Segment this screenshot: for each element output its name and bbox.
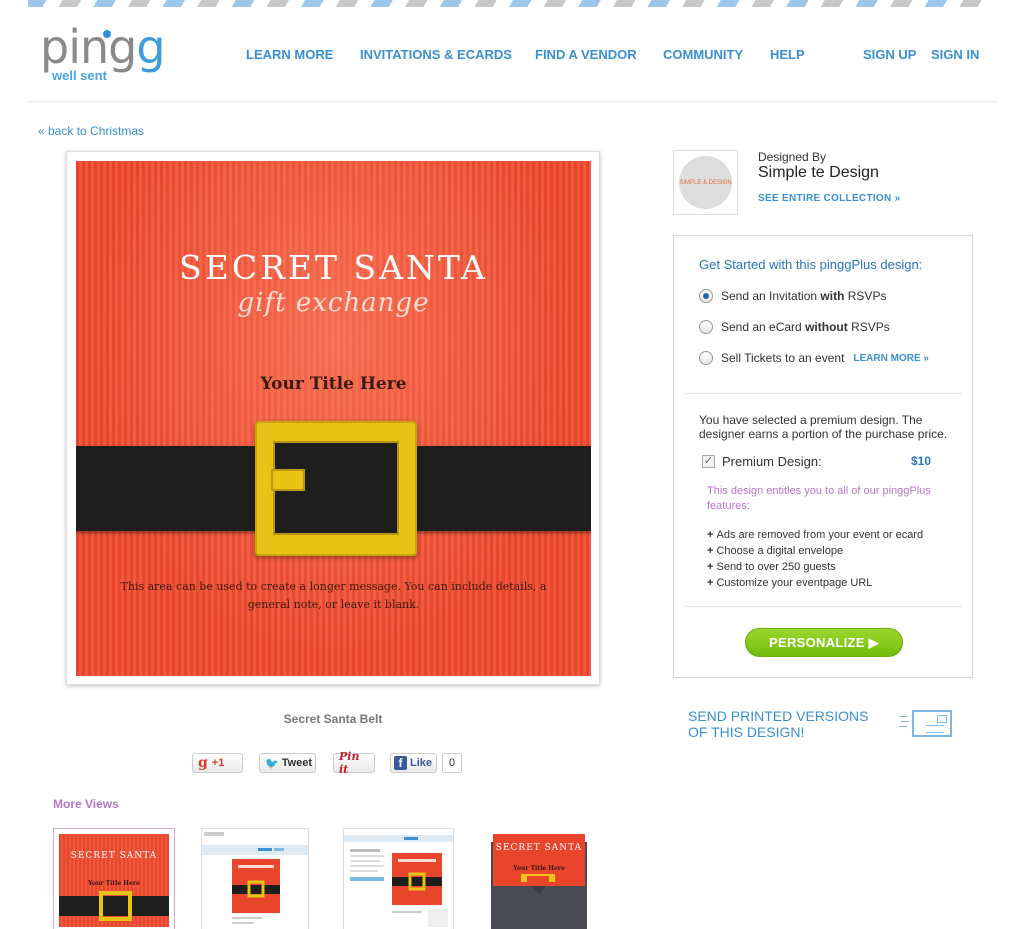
card-heading: SECRET SANTA — [179, 248, 488, 287]
twitter-bird-icon: 🐦 — [265, 757, 279, 770]
radio-button-selected[interactable] — [699, 289, 713, 303]
nav-help[interactable]: HELP — [770, 47, 805, 62]
tweet-button[interactable]: 🐦 Tweet — [259, 753, 316, 773]
radio-button[interactable] — [699, 351, 713, 365]
feature-item: Choose a digital envelope — [707, 543, 923, 559]
get-started-panel: Get Started with this pinggPlus design: … — [673, 235, 973, 678]
envelope-icon[interactable] — [912, 710, 952, 737]
feature-list: Ads are removed from your event or ecard… — [707, 527, 923, 591]
google-icon: g — [198, 755, 208, 771]
option-invitation-rsvp[interactable]: Send an Invitation with RSVPs — [699, 289, 886, 303]
thumbnail-card-image: SECRET SANTA Your Title Here — [59, 834, 169, 927]
card-title: Your Title Here — [260, 374, 407, 394]
belt-buckle — [255, 421, 417, 556]
thumbnail-heading: SECRET SANTA — [70, 851, 158, 861]
card-preview-frame: SECRET SANTA gift exchange Your Title He… — [66, 151, 600, 685]
nav-sign-up[interactable]: SIGN UP — [863, 47, 916, 62]
like-count: 0 — [442, 753, 462, 773]
premium-price: $10 — [911, 454, 932, 468]
nav-invitations[interactable]: INVITATIONS & ECARDS — [360, 47, 512, 62]
logo-wordmark: pingg — [40, 20, 166, 74]
panel-divider — [684, 393, 962, 394]
more-views-label: More Views — [53, 797, 119, 811]
nav-find-vendor[interactable]: FIND A VENDOR — [535, 47, 637, 62]
pingg-logo[interactable]: pingg well sent — [40, 20, 166, 83]
thumbnail-event-page[interactable] — [201, 828, 309, 929]
thumbnail-title: Your Title Here — [88, 880, 140, 887]
personalize-button[interactable]: PERSONALIZE ▶ — [745, 628, 903, 657]
thumbnail-event-details[interactable] — [343, 828, 454, 929]
panel-divider — [684, 606, 962, 607]
radio-button[interactable] — [699, 320, 713, 334]
card-message: This area can be used to create a longer… — [120, 580, 547, 611]
envelope-card-title: Your Title Here — [513, 865, 565, 872]
header-divider — [28, 101, 998, 102]
back-to-category-link[interactable]: « back to Christmas — [38, 124, 144, 138]
feature-item: Customize your eventpage URL — [707, 575, 923, 591]
thumbnail-envelope[interactable]: SECRET SANTA Your Title Here — [491, 828, 587, 929]
premium-design-row: ✓ Premium Design: — [702, 454, 822, 469]
thumbnail-card-front[interactable]: SECRET SANTA Your Title Here — [53, 828, 175, 929]
google-plus-button[interactable]: g +1 — [192, 753, 243, 773]
feature-item: Send to over 250 guests — [707, 559, 923, 575]
buckle-prong — [271, 469, 305, 491]
nav-sign-in[interactable]: SIGN IN — [931, 47, 979, 62]
airmail-stripe — [28, 0, 988, 7]
send-printed-link[interactable]: SEND PRINTED VERSIONS OF THIS DESIGN! — [688, 708, 888, 740]
panel-heading: Get Started with this pinggPlus design: — [699, 257, 923, 272]
nav-learn-more[interactable]: LEARN MORE — [246, 47, 333, 62]
feature-item: Ads are removed from your event or ecard — [707, 527, 923, 543]
designed-by-label: Designed By — [758, 150, 827, 164]
facebook-icon: f — [394, 756, 407, 770]
design-name: Secret Santa Belt — [283, 712, 383, 726]
envelope-card-heading: SECRET SANTA — [495, 843, 583, 853]
nav-community[interactable]: COMMUNITY — [663, 47, 743, 62]
see-collection-link[interactable]: SEE ENTIRE COLLECTION » — [758, 193, 900, 204]
designer-logo-image: SIMPLE & DESIGN — [679, 156, 732, 209]
learn-more-link[interactable]: LEARN MORE » — [853, 353, 929, 364]
thumbnail-event-page-image — [202, 829, 308, 929]
speed-lines-icon — [899, 716, 909, 730]
option-ecard-no-rsvp[interactable]: Send an eCard without RSVPs — [699, 320, 890, 334]
card-preview: SECRET SANTA gift exchange Your Title He… — [76, 161, 591, 676]
entitlement-note: This design entitles you to all of our p… — [707, 485, 931, 512]
checkbox-checked[interactable]: ✓ — [702, 455, 715, 468]
premium-note: You have selected a premium design. The … — [699, 413, 948, 441]
option-sell-tickets[interactable]: Sell Tickets to an event LEARN MORE » — [699, 351, 929, 365]
thumbnail-event-details-image — [344, 829, 453, 929]
facebook-like-button[interactable]: f Like — [390, 753, 437, 773]
pin-it-button[interactable]: Pin it — [333, 750, 375, 776]
card-script-text: gift exchange — [237, 288, 430, 318]
designer-name: Simple te Design — [758, 164, 879, 181]
designer-logo[interactable]: SIMPLE & DESIGN — [673, 150, 738, 215]
logo-dot — [103, 30, 111, 38]
thumbnail-buckle — [99, 891, 132, 921]
